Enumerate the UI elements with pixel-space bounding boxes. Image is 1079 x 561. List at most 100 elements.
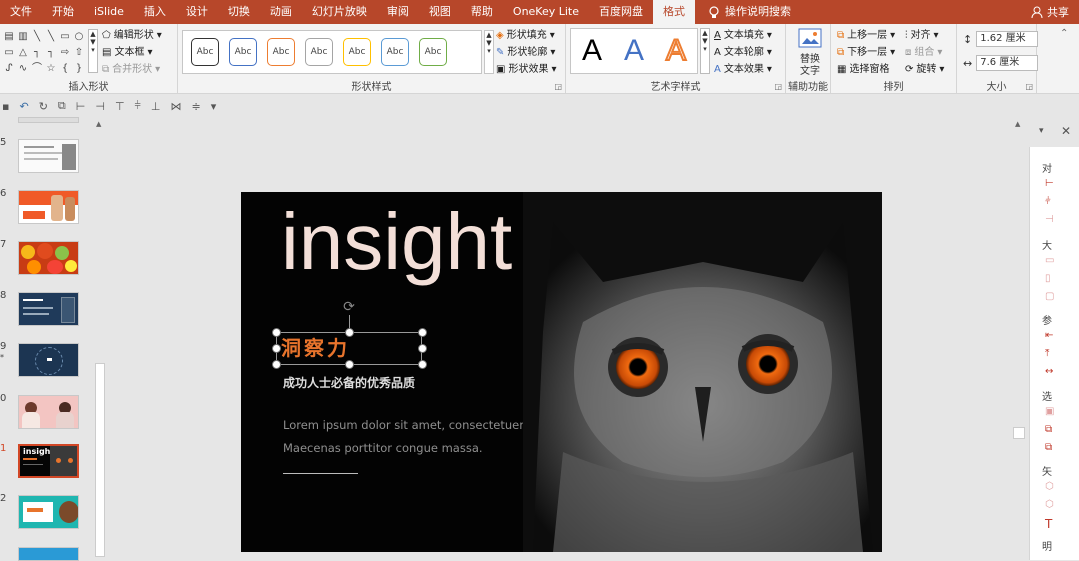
slide-thumbnail[interactable] — [18, 292, 79, 326]
text-effects-button[interactable]: A 文本效果 ▾ — [714, 61, 772, 78]
tab-insert[interactable]: 插入 — [134, 0, 176, 24]
text-fill-button[interactable]: A 文本填充 ▾ — [714, 27, 772, 44]
dialog-launcher-icon[interactable]: ◲ — [554, 82, 562, 91]
slide-thumbnail[interactable] — [18, 190, 79, 224]
slide-subtitle[interactable]: 成功人士必备的优秀品质 — [283, 374, 415, 391]
wordart-style-blue[interactable]: A — [624, 28, 644, 74]
tab-home[interactable]: 开始 — [42, 0, 84, 24]
dialog-launcher-icon[interactable]: ◲ — [774, 82, 782, 91]
resize-handle-right[interactable] — [418, 344, 427, 353]
close-pane-icon[interactable]: ✕ — [1061, 124, 1071, 138]
align-top-icon[interactable]: ⊤ — [115, 100, 125, 113]
resize-handle-bottom[interactable] — [345, 360, 354, 369]
ref-left-icon[interactable]: ⇤ — [1045, 330, 1053, 341]
shape-style-swatch[interactable]: Abc — [343, 38, 371, 66]
line-shape-icon[interactable]: ╲ — [30, 30, 44, 44]
bring-forward-button[interactable]: ⧉ 上移一层 ▾ — [837, 27, 895, 44]
tab-slideshow[interactable]: 幻灯片放映 — [302, 0, 377, 24]
line-shape-2-icon[interactable]: ╲ — [44, 30, 58, 44]
vector-2-icon[interactable]: ⬡ — [1045, 499, 1054, 510]
shape-gallery[interactable]: ▤ ▥ ╲ ╲ ▭ ○ ▭ △ ┐ ┐ ⇨ ⇧ ᔑ ∿ ⌒ ☆ { } — [2, 30, 86, 76]
send-backward-button[interactable]: ⧉ 下移一层 ▾ — [837, 44, 895, 61]
customize-qat-icon[interactable]: ▾ — [211, 100, 217, 113]
tab-animations[interactable]: 动画 — [260, 0, 302, 24]
arrow-up-shape-icon[interactable]: ⇧ — [72, 46, 86, 60]
align-middle-icon[interactable]: ⫩ — [135, 99, 141, 113]
alt-text-button[interactable]: 替换 文字 — [792, 28, 828, 78]
tab-baidu[interactable]: 百度网盘 — [589, 0, 653, 24]
rotate-handle-icon[interactable]: ⟳ — [341, 299, 357, 315]
thumbnail-scroll-thumb[interactable] — [95, 363, 105, 557]
shape-style-gallery[interactable]: Abc Abc Abc Abc Abc Abc Abc — [182, 30, 482, 74]
selection-pane-button[interactable]: ▦ 选择窗格 — [837, 61, 895, 78]
arrow-right-shape-icon[interactable]: ⇨ — [58, 46, 72, 60]
shape-style-swatch[interactable]: Abc — [267, 38, 295, 66]
resize-handle-top-left[interactable] — [272, 328, 281, 337]
tab-islide[interactable]: iSlide — [84, 0, 134, 24]
brace-shape-icon[interactable]: { — [58, 62, 72, 76]
align-button[interactable]: ⫶ 对齐 ▾ — [905, 27, 944, 44]
shape-style-swatch[interactable]: Abc — [229, 38, 257, 66]
slide-thumbnail-selected[interactable]: insight — [18, 444, 79, 478]
size-width-icon[interactable]: ▭ — [1045, 255, 1054, 266]
select-same-icon[interactable]: ▣ — [1045, 406, 1054, 417]
rectangle-2-shape-icon[interactable]: ▭ — [2, 46, 16, 60]
vector-icon[interactable]: ⬡ — [1045, 481, 1054, 492]
rotate-button[interactable]: ⟳ 旋转 ▾ — [905, 61, 944, 78]
copy-icon[interactable]: ⧉ — [58, 99, 66, 113]
tab-transitions[interactable]: 切换 — [218, 0, 260, 24]
slide-thumbnail[interactable] — [18, 241, 79, 275]
undo-icon[interactable]: ↶ — [19, 100, 28, 113]
brace-right-shape-icon[interactable]: } — [72, 62, 86, 76]
wordart-gallery-scroll[interactable]: ▲ ▼ ▾ — [700, 28, 710, 74]
tab-onekey[interactable]: OneKey Lite — [503, 0, 589, 24]
wordart-style-black[interactable]: A — [582, 28, 602, 74]
text-box-button[interactable]: ▤ 文本框 ▾ — [102, 44, 162, 61]
shape-outline-button[interactable]: ✎ 形状轮廓 ▾ — [496, 44, 556, 61]
text-box-shape-icon[interactable]: ▤ — [2, 30, 16, 44]
ref-spread-icon[interactable]: ↔ — [1045, 366, 1053, 377]
scroll-up-icon[interactable]: ▲ — [1015, 120, 1020, 128]
shape-width-input[interactable]: 7.6 厘米 — [976, 55, 1039, 71]
triangle-shape-icon[interactable]: △ — [16, 46, 30, 60]
slide-thumbnail[interactable] — [18, 139, 79, 173]
tab-view[interactable]: 视图 — [419, 0, 461, 24]
edit-shape-button[interactable]: ⬠ 编辑形状 ▾ — [102, 27, 162, 44]
collapse-ribbon-icon[interactable]: ⌃ — [1060, 28, 1068, 39]
wordart-gallery[interactable]: A A A — [570, 28, 698, 74]
canvas-scrollbar[interactable]: ▲ — [1012, 117, 1026, 560]
distribute-h-icon[interactable]: ⋈ — [170, 100, 181, 113]
resize-handle-top[interactable] — [345, 328, 354, 337]
slide-body-text[interactable]: Lorem ipsum dolor sit amet, consectetuer… — [283, 414, 523, 460]
distribute-v-icon[interactable]: ≑ — [191, 100, 200, 113]
tab-format[interactable]: 格式 — [653, 0, 696, 24]
tab-help[interactable]: 帮助 — [461, 0, 503, 24]
resize-handle-bottom-left[interactable] — [272, 360, 281, 369]
shape-style-scroll[interactable]: ▲ ▼ ▾ — [484, 30, 494, 74]
dialog-launcher-icon[interactable]: ◲ — [1025, 82, 1033, 91]
shape-style-swatch[interactable]: Abc — [305, 38, 333, 66]
align-left-icon[interactable]: ⊢ — [76, 100, 86, 113]
align-right-icon[interactable]: ⊣ — [95, 100, 105, 113]
shape-style-swatch[interactable]: Abc — [419, 38, 447, 66]
size-height-icon[interactable]: ▯ — [1045, 273, 1051, 284]
align-right-icon[interactable]: ⊣ — [1045, 214, 1054, 225]
elbow-connector-icon[interactable]: ┐ — [30, 46, 44, 60]
elbow-connector-2-icon[interactable]: ┐ — [44, 46, 58, 60]
ref-top-icon[interactable]: ⤒ — [1045, 348, 1049, 359]
tab-file[interactable]: 文件 — [0, 0, 42, 24]
select-group-icon[interactable]: ⧉ — [1045, 424, 1052, 435]
resize-handle-left[interactable] — [272, 344, 281, 353]
star-shape-icon[interactable]: ☆ — [44, 62, 58, 76]
shape-height-input[interactable]: 1.62 厘米 — [976, 31, 1039, 47]
canvas-scroll-thumb[interactable] — [1013, 427, 1025, 439]
align-left-icon[interactable]: ⊢ — [1045, 178, 1054, 189]
slide-thumbnail[interactable] — [18, 395, 79, 429]
select-pattern-icon[interactable]: ⧉ — [1045, 442, 1052, 453]
thumbnail-scrollbar[interactable]: ▲ — [93, 117, 107, 560]
save-icon[interactable]: ▪ — [2, 100, 9, 113]
shape-gallery-scroll[interactable]: ▲ ▼ ▾ — [88, 29, 98, 73]
align-center-icon[interactable]: ⫩ — [1045, 196, 1051, 207]
scroll-up-icon[interactable]: ▲ — [96, 120, 101, 128]
resize-handle-bottom-right[interactable] — [418, 360, 427, 369]
